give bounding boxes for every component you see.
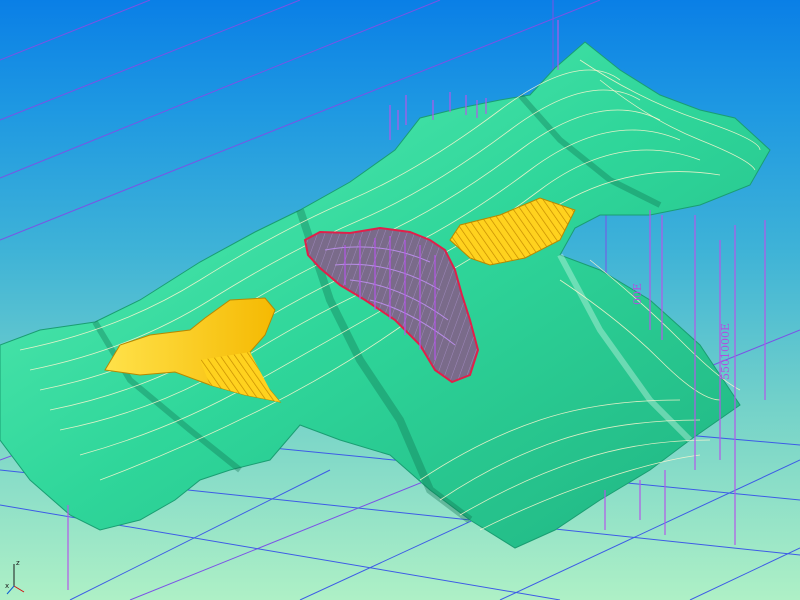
coord-label-east-1: 00E (631, 283, 644, 305)
terrain-scene[interactable]: 00E 5501000E (0, 0, 800, 600)
3d-viewport[interactable]: 00E 5501000E z x (0, 0, 800, 600)
coord-label-east-2: 5501000E (719, 323, 732, 380)
axis-triad-icon: z x (5, 559, 25, 595)
axis-z-label: z (16, 559, 20, 567)
axis-x-label: x (5, 582, 9, 590)
